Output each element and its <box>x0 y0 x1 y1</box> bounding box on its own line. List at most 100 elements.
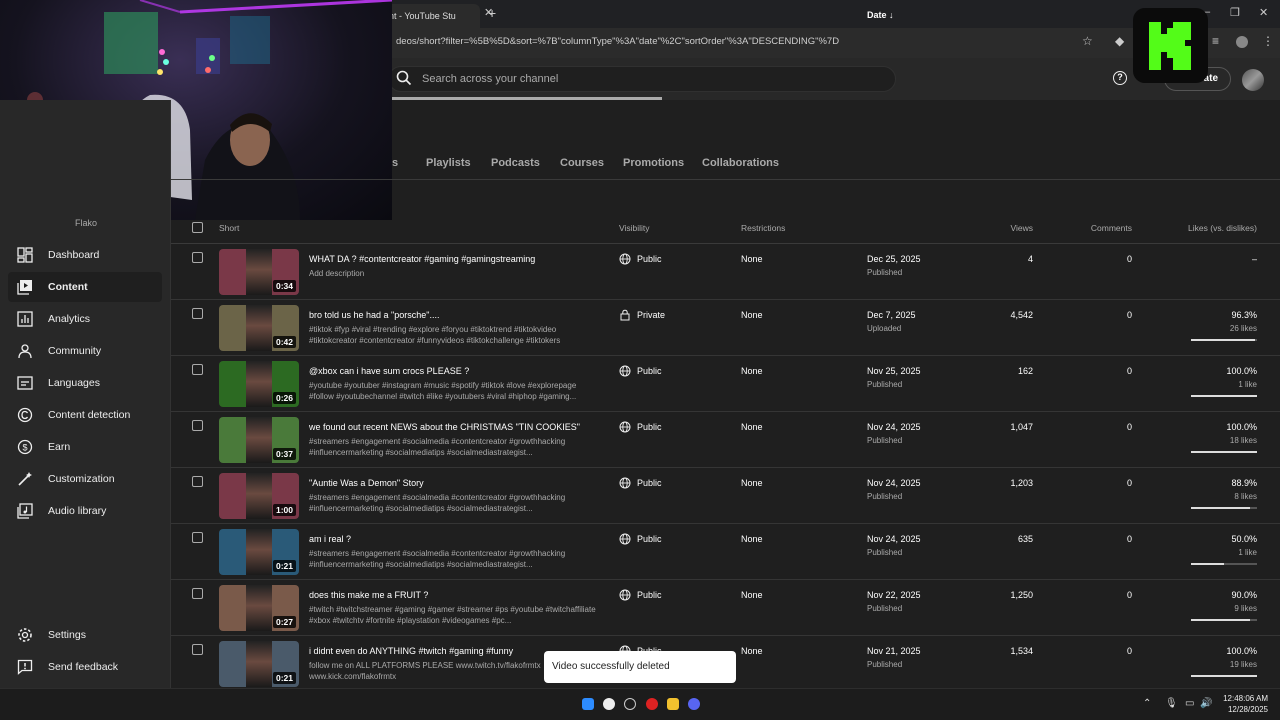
channel-name: Flako <box>75 218 98 228</box>
tab-playlists[interactable]: Playlists <box>426 157 471 169</box>
sidebar-item-earn[interactable]: $ Earn <box>8 432 162 462</box>
video-thumbnail[interactable]: 0:27 <box>219 585 299 631</box>
likes-ratio-bar <box>1191 675 1257 677</box>
tab-courses[interactable]: Courses <box>560 157 604 169</box>
restore-icon[interactable]: ❐ <box>1230 6 1240 19</box>
microphone-icon[interactable]: 🎙 <box>1165 698 1178 709</box>
video-thumbnail[interactable]: 1:00 <box>219 473 299 519</box>
file-explorer-icon[interactable] <box>667 698 679 710</box>
record-app-icon[interactable] <box>646 698 658 710</box>
video-title[interactable]: @xbox can i have sum crocs PLEASE ? <box>309 366 469 376</box>
likes-ratio-fill <box>1191 339 1255 341</box>
sidebar-item-customization[interactable]: Customization <box>8 464 162 494</box>
new-tab-icon[interactable]: + <box>488 5 496 21</box>
globe-icon <box>619 589 631 601</box>
sidebar-item-label: Analytics <box>48 313 91 325</box>
sort-down-arrow-icon: ↓ <box>889 10 894 20</box>
clock[interactable]: 12:48:06 AM 12/28/2025 <box>1212 693 1268 715</box>
clock-date: 12/28/2025 <box>1227 705 1268 714</box>
header-date[interactable]: Date ↓ <box>867 10 894 20</box>
date-value: Dec 25, 2025 <box>867 254 921 264</box>
video-title[interactable]: does this make me a FRUIT ? <box>309 590 428 600</box>
visibility-label: Public <box>637 366 662 376</box>
browser-tab[interactable]: ent - YouTube Stu <box>380 4 480 28</box>
profile-icon[interactable] <box>1236 36 1248 48</box>
video-thumbnail[interactable]: 0:42 <box>219 305 299 351</box>
likes-ratio-fill <box>1191 563 1224 565</box>
customization-icon <box>18 472 32 486</box>
duration-badge: 0:34 <box>272 280 296 292</box>
sidebar-item-content[interactable]: Content <box>8 272 162 302</box>
tab-collaborations[interactable]: Collaborations <box>702 157 779 169</box>
views-value: 4,542 <box>1010 310 1033 320</box>
windows-start-icon[interactable] <box>582 698 594 710</box>
video-thumbnail[interactable]: 0:21 <box>219 529 299 575</box>
visibility-label: Public <box>637 422 662 432</box>
tab-promotions[interactable]: Promotions <box>623 157 684 169</box>
table-row[interactable]: 1:00 "Auntie Was a Demon" Story #streamers… <box>171 468 1280 524</box>
chrome-icon[interactable] <box>603 698 615 710</box>
video-title[interactable]: am i real ? <box>309 534 351 544</box>
reading-list-icon[interactable]: ≡ <box>1212 34 1219 48</box>
likes-ratio-bar <box>1191 619 1257 621</box>
copyright-icon <box>17 407 33 423</box>
table-row[interactable]: 0:34 WHAT DA ? #contentcreator #gaming #g… <box>171 244 1280 300</box>
video-description: #streamers #engagement #socialmedia #con… <box>309 549 566 569</box>
publish-status: Published <box>867 660 903 669</box>
comments-value: 0 <box>1126 254 1132 264</box>
sidebar-item-analytics[interactable]: Analytics <box>8 304 162 334</box>
comments-value: 0 <box>1126 534 1132 544</box>
globe-icon <box>619 365 631 377</box>
table-row[interactable]: 0:37 we found out recent NEWS about the C… <box>171 412 1280 468</box>
table-row[interactable]: 0:21 am i real ? #streamers #engagement #s… <box>171 524 1280 580</box>
tray-chevron-icon[interactable]: ⌃ <box>1143 698 1151 709</box>
video-description: Add description <box>309 269 365 278</box>
extension-icon[interactable]: ◆ <box>1115 34 1124 48</box>
account-avatar[interactable] <box>1242 69 1264 91</box>
close-window-icon[interactable]: ✕ <box>1259 6 1268 19</box>
video-title[interactable]: we found out recent NEWS about the CHRIS… <box>309 422 580 432</box>
video-thumbnail[interactable]: 0:34 <box>219 249 299 295</box>
sidebar-item-send-feedback[interactable]: Send feedback <box>8 652 162 682</box>
publish-status: Published <box>867 604 903 613</box>
video-thumbnail[interactable]: 0:26 <box>219 361 299 407</box>
sidebar-item-settings[interactable]: Settings <box>8 620 162 650</box>
table-row[interactable]: 0:26 @xbox can i have sum crocs PLEASE ? #… <box>171 356 1280 412</box>
video-title[interactable]: WHAT DA ? #contentcreator #gaming #gamin… <box>309 254 535 264</box>
thumbnail-frame <box>246 361 272 407</box>
bookmark-star-icon[interactable]: ☆ <box>1082 34 1093 48</box>
restrictions-value: None <box>741 534 763 544</box>
feedback-label: Send feedback <box>48 661 119 673</box>
select-all-checkbox[interactable] <box>192 222 203 233</box>
sidebar-item-community[interactable]: Community <box>8 336 162 366</box>
video-title[interactable]: "Auntie Was a Demon" Story <box>309 478 424 488</box>
sidebar-item-languages[interactable]: Languages <box>8 368 162 398</box>
likes-percent: 100.0% <box>1226 646 1257 656</box>
views-value: 1,047 <box>1010 422 1033 432</box>
network-icon[interactable]: ▭ <box>1185 698 1194 709</box>
header-likes: Likes (vs. dislikes) <box>1188 223 1257 233</box>
table-row[interactable]: 0:42 bro told us he had a "porsche".... #t… <box>171 300 1280 356</box>
video-description: #streamers #engagement #socialmedia #con… <box>309 493 566 513</box>
video-thumbnail[interactable]: 0:37 <box>219 417 299 463</box>
thumbnail-frame <box>246 473 272 519</box>
video-thumbnail[interactable]: 0:21 <box>219 641 299 687</box>
video-title[interactable]: i didnt even do ANYTHING #twitch #gaming… <box>309 646 513 656</box>
help-icon[interactable]: ? <box>1113 71 1127 85</box>
browser-menu-icon[interactable]: ⋮ <box>1262 34 1274 48</box>
discord-icon[interactable] <box>688 698 700 710</box>
tab-podcasts[interactable]: Podcasts <box>491 157 540 169</box>
volume-icon[interactable]: 🔊 <box>1200 698 1212 709</box>
app-icon[interactable] <box>624 698 636 710</box>
video-title[interactable]: bro told us he had a "porsche".... <box>309 310 439 320</box>
table-row[interactable]: 0:27 does this make me a FRUIT ? #twitch #… <box>171 580 1280 636</box>
sidebar-item-audio-library[interactable]: Audio library <box>8 496 162 526</box>
analytics-icon <box>17 311 33 327</box>
url-text[interactable]: deos/short?filter=%5B%5D&sort=%7B"column… <box>396 36 839 47</box>
tab-shorts[interactable]: s <box>392 157 398 169</box>
community-icon <box>18 344 32 359</box>
sidebar-item-content-detection[interactable]: Content detection <box>8 400 162 430</box>
kick-logo-icon <box>1149 22 1191 70</box>
date-value: Nov 24, 2025 <box>867 478 921 488</box>
sidebar-item-dashboard[interactable]: Dashboard <box>8 240 162 270</box>
